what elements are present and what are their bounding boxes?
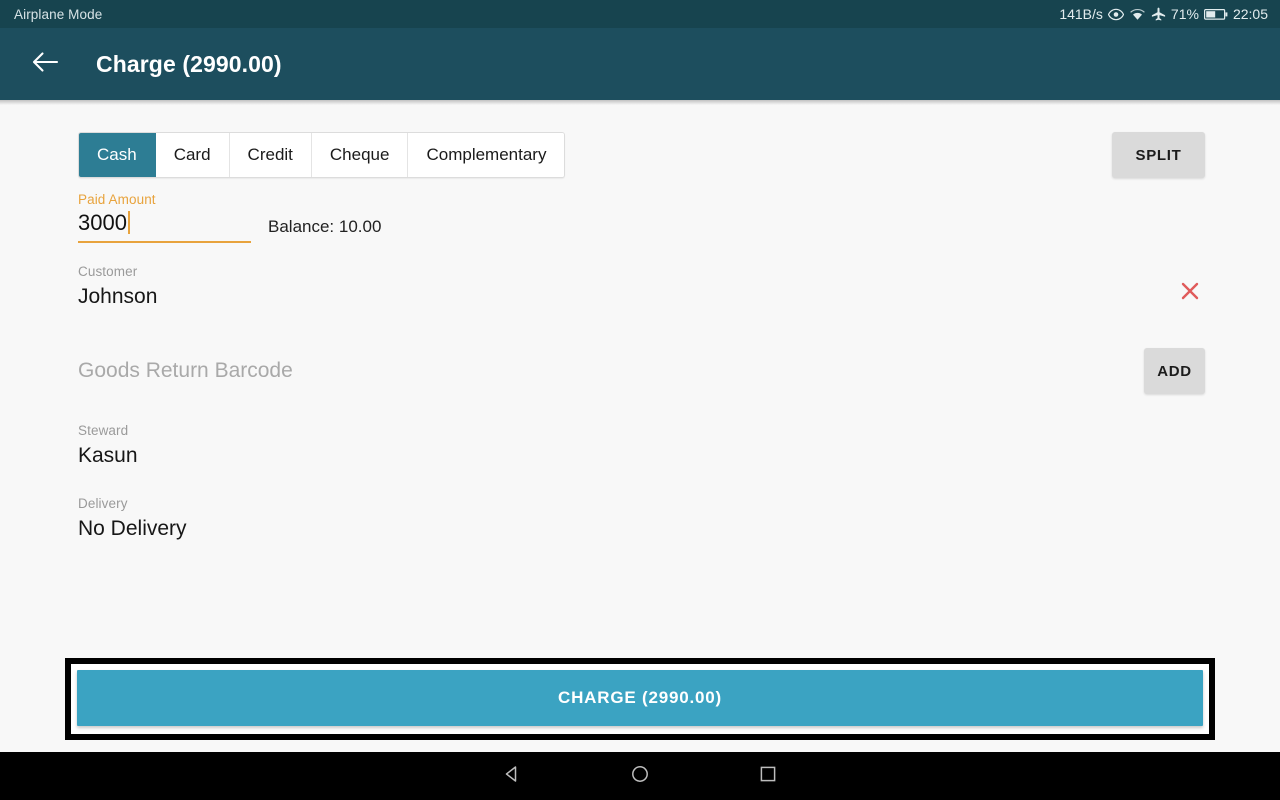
- charge-button[interactable]: CHARGE (2990.00): [77, 670, 1203, 726]
- nav-back-icon: [502, 764, 522, 789]
- tab-credit[interactable]: Credit: [229, 133, 312, 177]
- goods-return-barcode-field: Goods Return Barcode ADD: [78, 348, 1205, 394]
- goods-return-barcode-input[interactable]: Goods Return Barcode: [78, 358, 293, 384]
- delivery-field: Delivery No Delivery: [78, 496, 1205, 542]
- paid-amount-label: Paid Amount: [78, 192, 156, 207]
- steward-text: Steward Kasun: [78, 423, 138, 469]
- page-title: Charge (2990.00): [96, 50, 282, 77]
- split-button[interactable]: SPLIT: [1112, 132, 1205, 178]
- android-screen: Airplane Mode 141B/s 71% 22:05 Charge (2…: [0, 0, 1280, 800]
- delivery-text: Delivery No Delivery: [78, 496, 187, 542]
- status-bar-title: Airplane Mode: [14, 6, 103, 22]
- steward-label: Steward: [78, 423, 129, 438]
- customer-label: Customer: [78, 264, 138, 279]
- paid-amount-line: 3000 Balance: 10.00: [78, 210, 1205, 243]
- airplane-icon: [1151, 7, 1166, 21]
- wifi-icon: [1129, 8, 1146, 21]
- payment-method-row: Cash Card Credit Cheque Complementary SP…: [78, 132, 1205, 178]
- back-button[interactable]: [24, 43, 66, 85]
- steward-value[interactable]: Kasun: [78, 443, 138, 469]
- clear-customer-button[interactable]: [1175, 278, 1205, 308]
- battery-icon: [1203, 8, 1228, 21]
- delivery-label: Delivery: [78, 496, 128, 511]
- battery-percent-text: 71%: [1170, 6, 1199, 22]
- nav-recents-button[interactable]: [746, 754, 790, 798]
- nav-home-icon: [630, 764, 650, 789]
- clock-text: 22:05: [1232, 6, 1268, 22]
- paid-amount-input[interactable]: 3000: [78, 210, 251, 243]
- steward-field: Steward Kasun: [78, 423, 1205, 469]
- charge-button-focus-frame: CHARGE (2990.00): [65, 658, 1215, 740]
- tab-complementary[interactable]: Complementary: [408, 133, 565, 177]
- app-toolbar: Charge (2990.00): [0, 28, 1280, 100]
- tab-cheque[interactable]: Cheque: [311, 133, 409, 177]
- toolbar-shadow: [0, 100, 1280, 105]
- delivery-value[interactable]: No Delivery: [78, 516, 187, 542]
- paid-amount-value: 3000: [78, 210, 127, 235]
- close-x-icon: [1179, 280, 1201, 307]
- customer-value[interactable]: Johnson: [78, 284, 157, 310]
- tab-cash[interactable]: Cash: [79, 133, 156, 177]
- network-speed-text: 141B/s: [1059, 6, 1103, 22]
- tab-card[interactable]: Card: [155, 133, 230, 177]
- nav-back-button[interactable]: [490, 754, 534, 798]
- add-barcode-button[interactable]: ADD: [1144, 348, 1205, 394]
- payment-method-tabs: Cash Card Credit Cheque Complementary: [78, 132, 566, 178]
- android-nav-bar: [0, 752, 1280, 800]
- text-caret: [127, 211, 130, 234]
- customer-field: Customer Johnson: [78, 264, 1205, 310]
- status-bar-indicators: 141B/s 71% 22:05: [1059, 6, 1268, 22]
- charge-form: Cash Card Credit Cheque Complementary SP…: [0, 105, 1280, 752]
- status-bar: Airplane Mode 141B/s 71% 22:05: [0, 0, 1280, 28]
- paid-amount-field: Paid Amount 3000 Balance: 10.00: [78, 192, 1205, 243]
- nav-home-button[interactable]: [618, 754, 662, 798]
- customer-text: Customer Johnson: [78, 264, 157, 310]
- back-arrow-icon: [32, 51, 59, 78]
- nav-recents-icon: [758, 764, 778, 789]
- balance-text: Balance: 10.00: [268, 217, 382, 236]
- eye-icon: [1107, 8, 1124, 21]
